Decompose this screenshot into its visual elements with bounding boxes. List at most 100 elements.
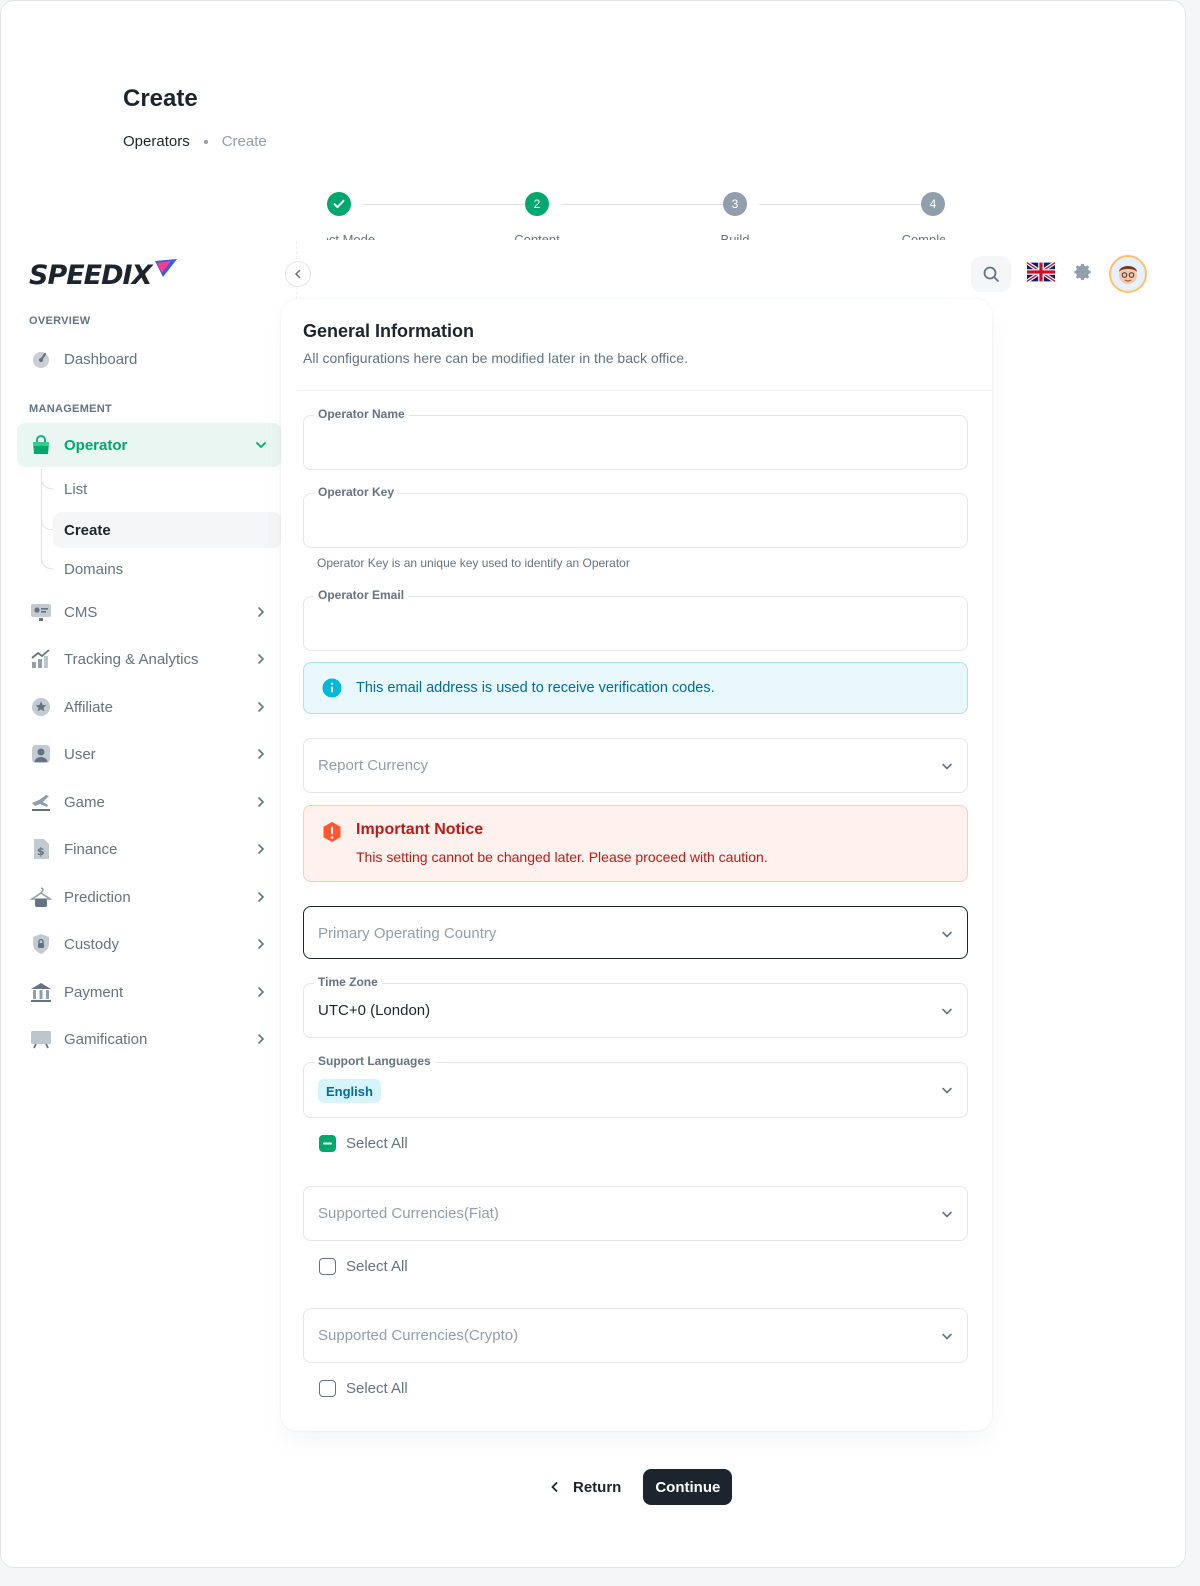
breadcrumb-separator: [203, 139, 208, 144]
monitor-icon: [29, 600, 53, 624]
step-connector: [363, 204, 525, 205]
checkbox[interactable]: [319, 1380, 336, 1397]
gear-icon: [1074, 263, 1091, 280]
breadcrumb-create: Create: [221, 133, 267, 150]
sidebar-item-affiliate[interactable]: Affiliate: [17, 685, 281, 729]
support-languages-select[interactable]: Support Languages English: [303, 1054, 968, 1118]
step-4: 4: [921, 192, 945, 216]
sidebar-item-finance[interactable]: $ Finance: [17, 827, 281, 871]
chevron-right-icon: [258, 844, 265, 854]
sidebar-item-operator[interactable]: Operator: [17, 423, 281, 467]
step-2: 2: [525, 192, 549, 216]
select-placeholder: Supported Currencies(Crypto): [318, 1327, 519, 1344]
crypto-currencies-select[interactable]: Supported Currencies(Crypto): [303, 1308, 968, 1363]
primary-country-select[interactable]: Primary Operating Country: [303, 906, 968, 959]
sidebar-sub-list[interactable]: List: [41, 471, 281, 507]
chevron-left-icon: [551, 1482, 558, 1492]
language-chip[interactable]: English: [318, 1079, 381, 1103]
speedix-logo[interactable]: SPEEDIX: [29, 257, 179, 291]
select-placeholder: Primary Operating Country: [318, 925, 497, 942]
airplane-icon: [29, 790, 53, 814]
user-icon: [29, 742, 53, 766]
general-information-card: General Information All configurations h…: [281, 299, 992, 1431]
chart-icon: [29, 647, 53, 671]
checkbox-label: Select All: [346, 1258, 408, 1275]
sidebar-item-label: Finance: [64, 840, 118, 858]
operator-email-field[interactable]: Operator Email: [303, 588, 968, 651]
sidebar-item-label: Affiliate: [64, 698, 113, 716]
presentation-board-icon: [29, 1027, 53, 1051]
alert-title: Important Notice: [356, 821, 484, 838]
sidebar-item-label: Game: [64, 793, 105, 811]
bank-icon: [29, 980, 53, 1004]
collapse-sidebar-button[interactable]: [285, 261, 311, 287]
return-button[interactable]: Return: [549, 1471, 621, 1504]
user-avatar[interactable]: [1109, 255, 1147, 293]
select-value: UTC+0 (London): [318, 1002, 431, 1019]
chevron-down-icon: [942, 931, 952, 938]
step-connector: [561, 204, 723, 205]
operator-key-field[interactable]: Operator Key: [303, 485, 968, 548]
sidebar-item-gamification[interactable]: Gamification: [17, 1017, 281, 1061]
time-zone-select[interactable]: Time Zone UTC+0 (London): [303, 975, 968, 1038]
chevron-down-icon: [942, 1087, 952, 1094]
sidebar-item-label: Dashboard: [64, 350, 138, 368]
search-button[interactable]: [971, 256, 1011, 292]
form-footer: Return Continue: [549, 1469, 733, 1505]
fiat-select-all[interactable]: Select All: [319, 1258, 408, 1275]
breadcrumb-operators[interactable]: Operators: [123, 133, 190, 150]
fiat-currencies-select[interactable]: Supported Currencies(Fiat): [303, 1186, 968, 1241]
sidebar-item-cms[interactable]: CMS: [17, 590, 281, 634]
checkbox-label: Select All: [346, 1135, 408, 1152]
field-label: Operator Key: [314, 485, 399, 499]
sidebar-sub-create[interactable]: Create: [41, 512, 281, 548]
chevron-down-icon: [256, 442, 266, 449]
chevron-right-icon: [258, 607, 265, 617]
language-flag-button[interactable]: [1025, 260, 1057, 287]
step-1-label: Select Mode: [327, 232, 376, 240]
languages-select-all[interactable]: Select All: [319, 1135, 408, 1152]
email-info-alert: This email address is used to receive ve…: [303, 662, 968, 714]
sidebar-item-label: User: [64, 745, 96, 763]
page-title: Create: [123, 85, 198, 112]
divider: [297, 390, 992, 391]
chevron-right-icon: [258, 749, 265, 759]
crypto-select-all[interactable]: Select All: [319, 1380, 408, 1397]
section-overview: OVERVIEW: [29, 315, 91, 327]
indeterminate-checkbox[interactable]: [319, 1135, 336, 1152]
checkbox-label: Select All: [346, 1380, 408, 1397]
sidebar-item-label: Prediction: [64, 888, 131, 906]
breadcrumb: Operators Create: [123, 133, 267, 150]
sidebar-item-label: Tracking & Analytics: [64, 650, 199, 668]
stepper: 2 3 4 Select Mode Content Build Complete…: [327, 192, 945, 240]
sidebar-item-tracking[interactable]: Tracking & Analytics: [17, 637, 281, 681]
operator-key-helper: Operator Key is an unique key used to id…: [317, 556, 630, 570]
step-2-label: Content: [514, 232, 560, 240]
select-placeholder: Report Currency: [318, 757, 429, 774]
sidebar-item-dashboard[interactable]: Dashboard: [17, 337, 281, 381]
sidebar-item-label: Payment: [64, 983, 124, 1001]
sub-item-label: List: [64, 480, 88, 498]
svg-text:$: $: [37, 845, 45, 858]
card-title: General Information: [303, 321, 475, 341]
search-icon: [983, 266, 999, 282]
sidebar-item-game[interactable]: Game: [17, 780, 281, 824]
alert-message: This setting cannot be changed later. Pl…: [356, 849, 768, 865]
chevron-right-icon: [258, 654, 265, 664]
chevron-right-icon: [258, 1034, 265, 1044]
sidebar-item-custody[interactable]: Custody: [17, 922, 281, 966]
settings-button[interactable]: [1071, 261, 1093, 288]
sub-item-label: Create: [64, 521, 111, 539]
operator-name-field[interactable]: Operator Name: [303, 407, 968, 470]
chevron-down-icon: [942, 1333, 952, 1340]
avatar-face-icon: [1119, 266, 1137, 284]
sidebar-sub-domains[interactable]: Domains: [41, 551, 281, 587]
warning-octagon-icon: [323, 822, 341, 842]
sidebar-item-prediction[interactable]: Prediction: [17, 875, 281, 919]
continue-button[interactable]: Continue: [643, 1469, 733, 1505]
sidebar-item-user[interactable]: User: [17, 732, 281, 776]
sidebar-item-payment[interactable]: Payment: [17, 970, 281, 1014]
chevron-down-icon: [942, 1008, 952, 1015]
checkbox[interactable]: [319, 1258, 336, 1275]
report-currency-select[interactable]: Report Currency: [303, 738, 968, 793]
